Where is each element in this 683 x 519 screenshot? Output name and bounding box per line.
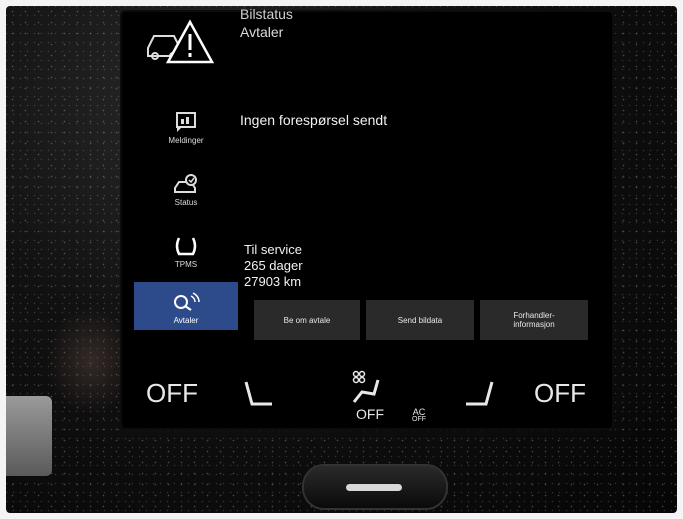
dealer-info-button[interactable]: Forhandler-informasjon	[480, 300, 588, 340]
messages-icon	[176, 112, 196, 132]
seat-airflow-icon[interactable]	[348, 374, 382, 404]
ac-state: OFF	[412, 416, 426, 423]
ac-button[interactable]: AC OFF	[412, 408, 426, 424]
request-status: Ingen forespørsel sendt	[240, 112, 388, 128]
service-days: 265 dager	[244, 258, 303, 273]
tire-pressure-icon	[175, 237, 197, 256]
right-seat-heat-icon[interactable]	[462, 378, 498, 412]
sidebar-item-label: Meldinger	[168, 136, 204, 145]
car-status-icon	[174, 174, 197, 193]
service-info: Til service 265 dager 27903 km	[244, 242, 303, 290]
send-car-data-button[interactable]: Send bildata	[366, 300, 474, 340]
ac-label: AC	[412, 407, 426, 417]
sidebar-item-label: Avtaler	[173, 316, 199, 325]
page-subtitle: Avtaler	[240, 24, 284, 40]
page-title: Bilstatus	[240, 6, 293, 22]
home-button-bar	[346, 484, 402, 491]
button-label: Forhandler-informasjon	[513, 311, 555, 329]
fan-state: OFF	[356, 406, 384, 422]
left-temperature[interactable]: OFF	[146, 378, 198, 409]
home-button[interactable]	[304, 466, 446, 508]
climate-bar: OFF OFF AC OFF OFF	[122, 368, 612, 424]
left-seat-heat-icon[interactable]	[240, 378, 276, 412]
button-label: Be om avtale	[283, 315, 331, 325]
sidebar-item-avtaler[interactable]: Avtaler	[134, 282, 238, 330]
service-title: Til service	[244, 242, 303, 257]
request-appointment-button[interactable]: Be om avtale	[254, 300, 360, 340]
display-bezel: Bilstatus Avtaler Meldinger Status TPMS …	[6, 6, 677, 513]
sidebar-item-label: Status	[174, 198, 198, 207]
sidebar-item-label: TPMS	[174, 260, 198, 269]
car-warning-icon	[147, 19, 214, 64]
right-temperature[interactable]: OFF	[534, 378, 586, 409]
sidebar-item-meldinger[interactable]: Meldinger	[134, 110, 238, 162]
service-icon	[174, 292, 200, 311]
infotainment-screen: Bilstatus Avtaler Meldinger Status TPMS …	[122, 6, 612, 428]
button-label: Send bildata	[397, 315, 443, 325]
sidebar-item-tpms[interactable]: TPMS	[134, 234, 238, 286]
service-distance: 27903 km	[244, 274, 302, 289]
sidebar-item-status[interactable]: Status	[134, 172, 238, 224]
